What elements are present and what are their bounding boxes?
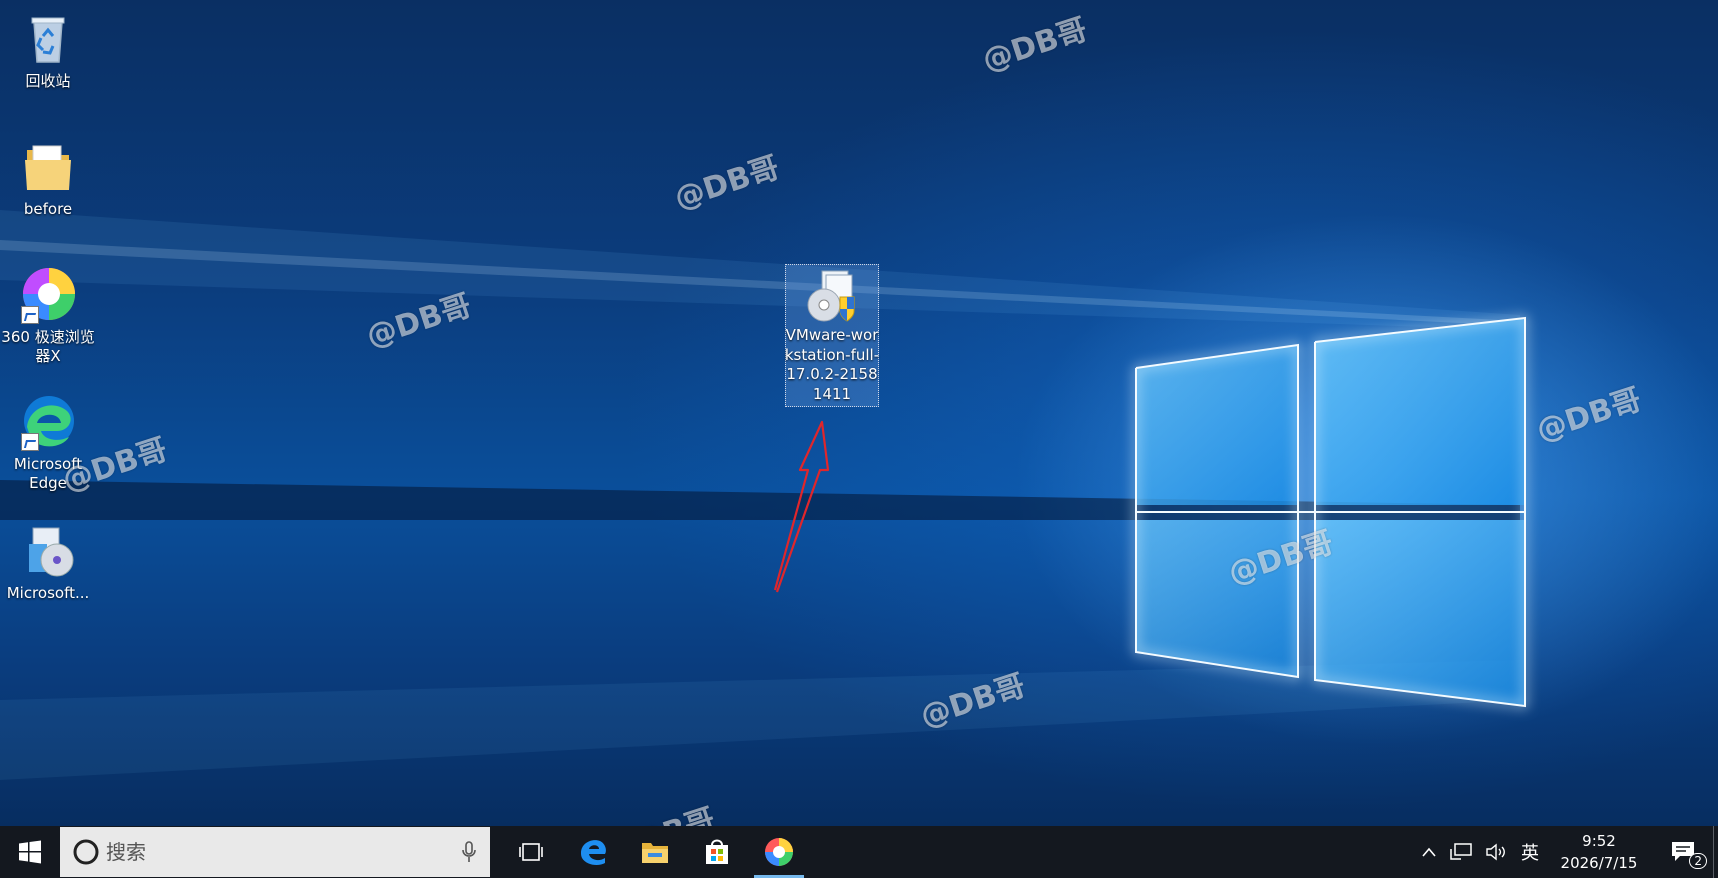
taskbar: 英 9:52 2026/7/15 2 — [0, 826, 1718, 878]
desktop-icon-folder-before[interactable]: before — [0, 138, 96, 219]
task-view-button[interactable] — [500, 826, 562, 878]
network-icon — [1450, 843, 1472, 860]
recycle-bin-icon — [19, 10, 77, 68]
file-label-line: VMware-wor — [785, 326, 879, 344]
desktop-icon-label: Microsoft... — [6, 584, 90, 602]
task-view-icon — [519, 843, 543, 861]
chevron-up-icon — [1422, 847, 1436, 857]
edge-icon — [581, 840, 606, 866]
folder-icon — [19, 138, 77, 196]
browser-360-icon — [19, 266, 77, 324]
file-explorer-icon — [642, 843, 668, 863]
clock-date: 2026/7/15 — [1560, 854, 1638, 872]
taskbar-app-edge[interactable] — [562, 826, 624, 878]
input-method-indicator[interactable]: 英 — [1515, 826, 1545, 878]
search-box[interactable] — [60, 827, 490, 877]
action-center-button[interactable]: 2 — [1653, 826, 1713, 878]
notification-count-badge: 2 — [1689, 853, 1707, 869]
desktop-icon-360-browser[interactable]: 360 极速浏览器X — [0, 266, 96, 366]
desktop-icon-recycle-bin[interactable]: 回收站 — [0, 10, 96, 91]
desktop-icon-label: before — [23, 200, 73, 218]
show-hidden-icons-button[interactable] — [1415, 826, 1443, 878]
taskbar-app-file-explorer[interactable] — [624, 826, 686, 878]
search-input[interactable] — [100, 831, 460, 873]
volume-button[interactable] — [1479, 826, 1515, 878]
browser-360-icon — [765, 838, 793, 866]
desktop-icon-label: 360 极速浏览器X — [1, 328, 95, 365]
windows-logo-icon — [19, 840, 41, 864]
shortcut-arrow-icon — [21, 433, 39, 451]
network-button[interactable] — [1443, 826, 1479, 878]
desktop-icon-label: 回收站 — [25, 72, 71, 90]
installer-shield-icon — [802, 267, 862, 325]
edge-icon — [19, 393, 77, 451]
file-label-line: 1411 — [812, 384, 852, 403]
file-label-line: 17.0.2-2158 — [786, 365, 878, 383]
installer-icon — [19, 522, 77, 580]
system-tray: 英 9:52 2026/7/15 2 — [1415, 826, 1718, 878]
windows-logo-wallpaper — [1134, 316, 1527, 708]
desktop[interactable]: 回收站 before 360 极速浏览器X Microsoft Edge Mic… — [0, 0, 1718, 826]
taskbar-app-store[interactable] — [686, 826, 748, 878]
speaker-icon — [1486, 843, 1505, 861]
taskbar-app-360-browser[interactable] — [748, 826, 810, 878]
file-label-line: kstation-full- — [784, 345, 880, 364]
wallpaper — [0, 210, 1527, 780]
show-desktop-button[interactable] — [1713, 826, 1718, 878]
clock-time: 9:52 — [1582, 832, 1616, 850]
annotation-arrow — [773, 420, 830, 593]
selected-file-vmware-installer[interactable]: VMware-wor kstation-full- 17.0.2-2158 14… — [785, 264, 879, 407]
clock[interactable]: 9:52 2026/7/15 — [1545, 826, 1653, 878]
shortcut-arrow-icon — [21, 306, 39, 324]
start-button[interactable] — [0, 826, 60, 878]
desktop-icon-microsoft-installer[interactable]: Microsoft... — [0, 522, 96, 603]
store-icon — [706, 839, 728, 864]
cortana-circle-icon — [73, 839, 99, 865]
microphone-icon[interactable] — [460, 840, 478, 864]
